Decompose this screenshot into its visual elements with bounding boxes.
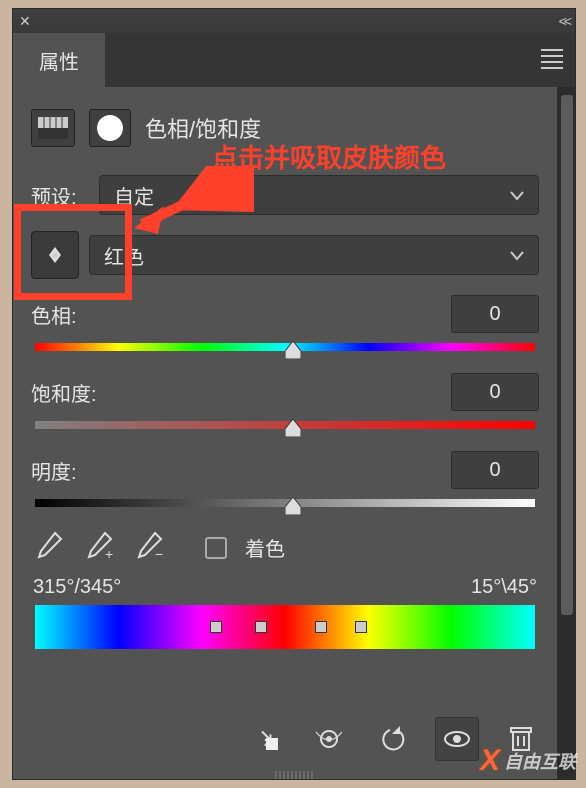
adjustment-header: 色相/饱和度	[31, 109, 539, 147]
panel-content: 色相/饱和度 预设: 自定 红色 色相:	[13, 87, 557, 779]
spectrum-top[interactable]	[35, 605, 535, 627]
bottom-toolbar	[13, 705, 557, 773]
close-icon[interactable]: ✕	[19, 14, 33, 28]
scrollbar[interactable]	[557, 87, 575, 779]
hue-slider-track[interactable]	[35, 343, 535, 351]
panel-menu-icon[interactable]	[541, 49, 563, 69]
resize-handle[interactable]	[239, 771, 349, 779]
range-handle[interactable]	[255, 621, 267, 633]
tab-strip: 属性	[13, 33, 575, 87]
range-handle[interactable]	[210, 621, 222, 633]
lightness-slider-group: 明度:	[31, 451, 539, 507]
saturation-input[interactable]	[451, 373, 539, 411]
hue-label: 色相:	[31, 300, 89, 329]
targeted-adjustment-tool[interactable]	[31, 231, 79, 279]
tab-properties[interactable]: 属性	[13, 33, 105, 87]
watermark: X 自由互联	[480, 744, 576, 778]
panel-body: 色相/饱和度 预设: 自定 红色 色相:	[13, 87, 575, 779]
saturation-slider-thumb[interactable]	[285, 419, 301, 437]
channel-row: 红色	[31, 231, 539, 279]
saturation-slider-group: 饱和度:	[31, 373, 539, 429]
colorize-label: 着色	[245, 533, 285, 562]
lightness-slider-thumb[interactable]	[285, 497, 301, 515]
spectrum-handles[interactable]	[35, 625, 535, 635]
eyedropper-subtract-icon[interactable]: −	[133, 529, 165, 566]
hue-slider-thumb[interactable]	[285, 341, 301, 359]
hue-slider-group: 色相:	[31, 295, 539, 351]
preset-label: 预设:	[31, 181, 89, 210]
chevron-down-icon	[510, 184, 524, 207]
lightness-input[interactable]	[451, 451, 539, 489]
panel-title-bar: ✕ <<	[13, 9, 575, 33]
colorize-checkbox[interactable]	[205, 537, 227, 559]
tab-label: 属性	[39, 46, 79, 75]
range-left: 315°/345°	[33, 576, 121, 599]
eyedropper-add-icon[interactable]: +	[83, 529, 115, 566]
svg-text:−: −	[155, 546, 163, 561]
hue-input[interactable]	[451, 295, 539, 333]
properties-panel: ✕ << 属性 色相/饱和度 预设: 自定	[12, 8, 576, 780]
color-spectrum-block	[35, 605, 535, 649]
saturation-label: 饱和度:	[31, 378, 117, 407]
chevron-down-icon	[510, 244, 524, 267]
hue-sat-icon	[31, 109, 75, 147]
saturation-slider-track[interactable]	[35, 421, 535, 429]
range-handle[interactable]	[315, 621, 327, 633]
scrollbar-thumb[interactable]	[561, 95, 573, 615]
svg-text:+: +	[105, 546, 113, 561]
channel-value: 红色	[104, 241, 144, 270]
range-handle[interactable]	[355, 621, 367, 633]
clip-to-layer-icon[interactable]	[243, 717, 287, 761]
layer-mask-icon[interactable]	[89, 109, 131, 147]
channel-select[interactable]: 红色	[89, 235, 539, 275]
lightness-slider-track[interactable]	[35, 499, 535, 507]
panel-title: 色相/饱和度	[145, 112, 261, 144]
color-range-row: 315°/345° 15°\45°	[33, 576, 537, 599]
toggle-visibility-button[interactable]	[435, 717, 479, 761]
watermark-logo: X	[480, 744, 500, 778]
eyedropper-icon[interactable]	[33, 529, 65, 566]
range-right: 15°\45°	[471, 576, 537, 599]
collapse-icon[interactable]: <<	[559, 13, 569, 29]
lightness-label: 明度:	[31, 456, 89, 485]
eyedropper-row: + − 着色	[33, 529, 539, 566]
preset-row: 预设: 自定	[31, 175, 539, 215]
preset-value: 自定	[114, 181, 154, 210]
view-previous-state-icon[interactable]	[307, 717, 351, 761]
preset-select[interactable]: 自定	[99, 175, 539, 215]
watermark-text: 自由互联	[504, 748, 576, 774]
reset-icon[interactable]	[371, 717, 415, 761]
